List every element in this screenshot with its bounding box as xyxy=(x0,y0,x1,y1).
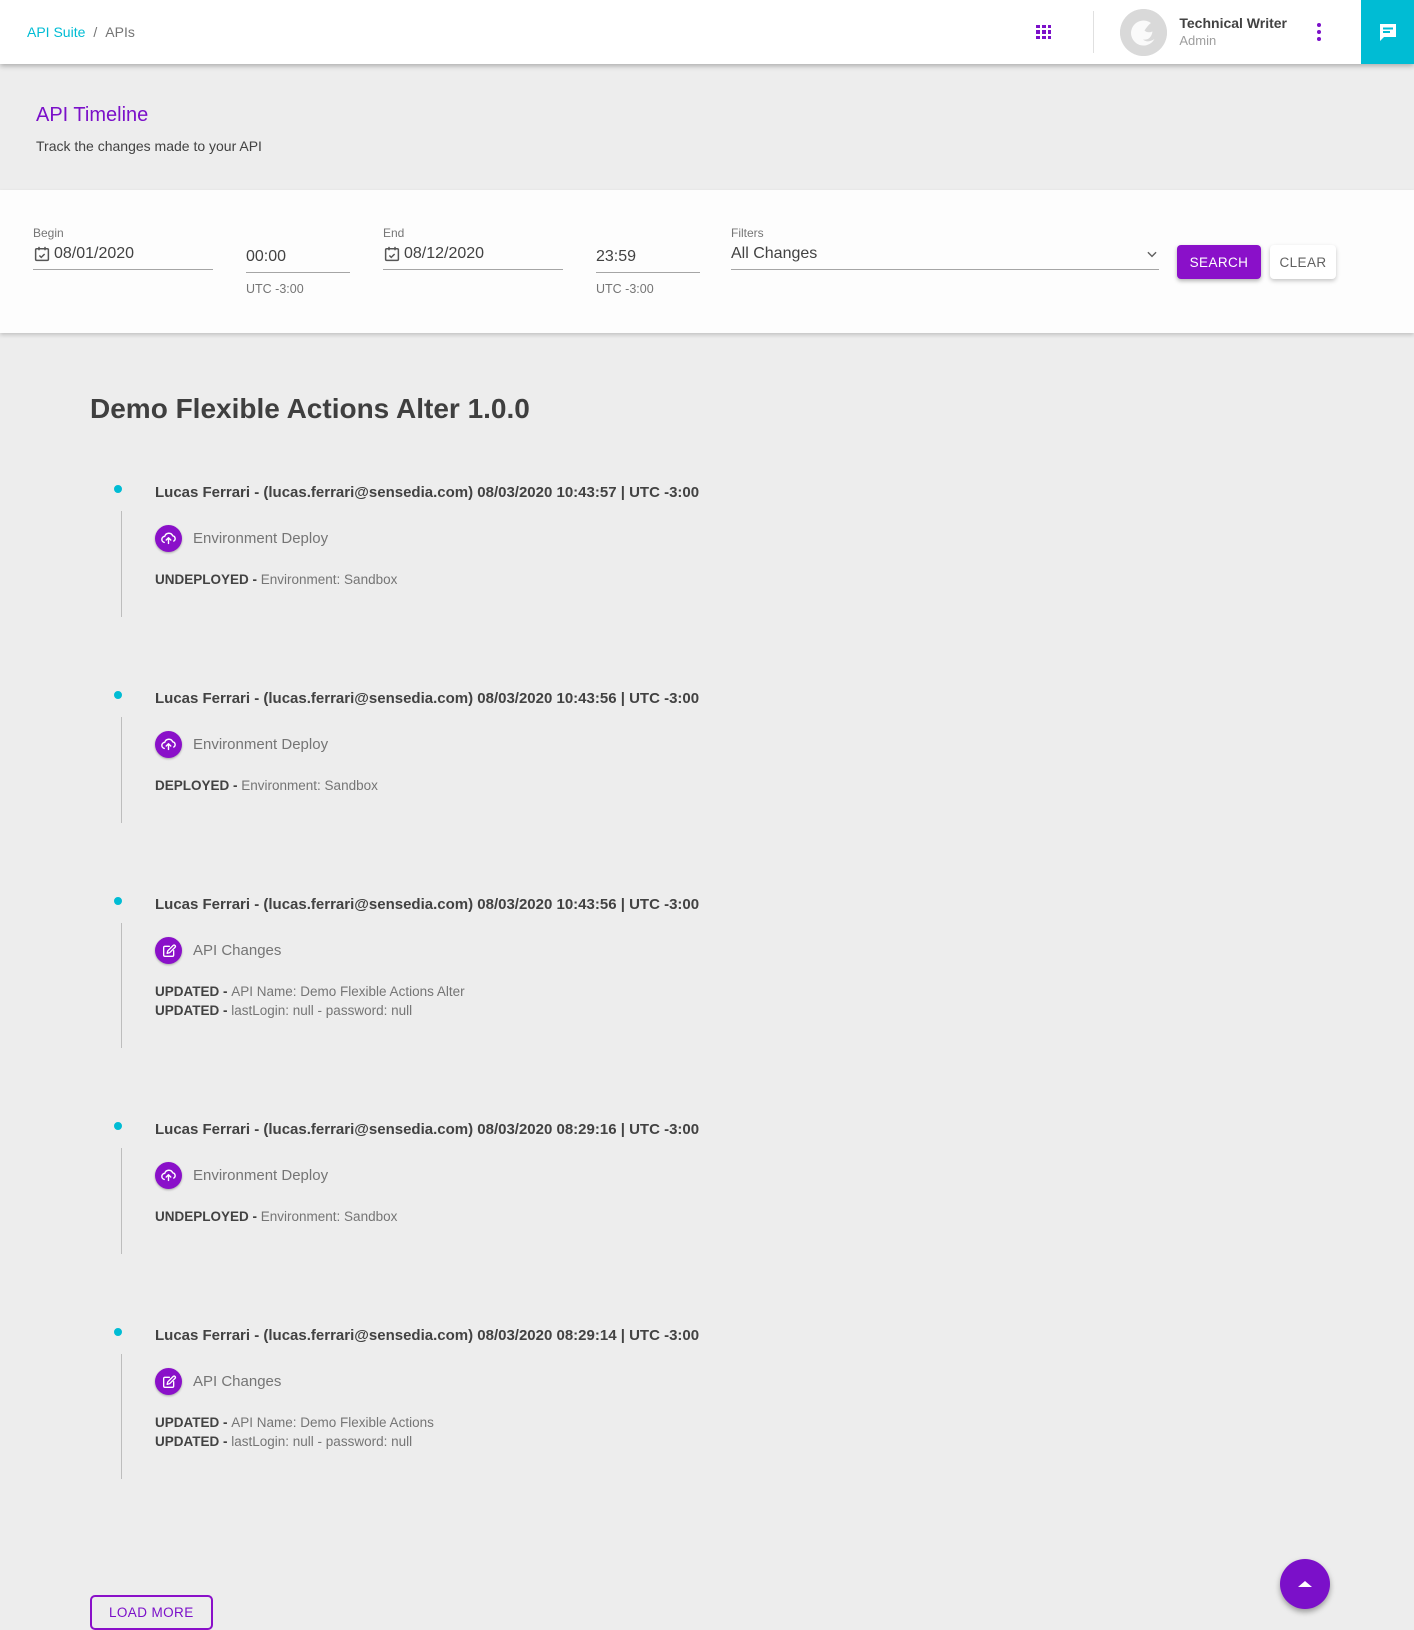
breadcrumb: API Suite / APIs xyxy=(27,24,135,40)
timeline-entry: Lucas Ferrari - (lucas.ferrari@sensedia.… xyxy=(90,483,1414,617)
clear-button[interactable]: CLEAR xyxy=(1270,245,1336,279)
cloud-upload-icon xyxy=(160,530,177,547)
calendar-icon[interactable] xyxy=(383,245,401,263)
load-more-button[interactable]: LOAD MORE xyxy=(90,1595,213,1630)
topbar: API Suite / APIs Technical Writer Admin xyxy=(0,0,1414,64)
action-icon xyxy=(155,731,182,758)
page-subtitle: Track the changes made to your API xyxy=(36,138,1378,154)
cloud-upload-icon xyxy=(160,736,177,753)
edit-icon xyxy=(161,1374,177,1390)
entry-details: UNDEPLOYED - Environment: Sandbox xyxy=(155,570,1414,589)
user-role: Admin xyxy=(1179,33,1287,49)
timeline: Lucas Ferrari - (lucas.ferrari@sensedia.… xyxy=(90,483,1414,1479)
api-version-title: Demo Flexible Actions Alter 1.0.0 xyxy=(90,393,1414,425)
detail-line: UNDEPLOYED - Environment: Sandbox xyxy=(155,1207,1414,1226)
timeline-connector xyxy=(121,511,122,617)
filter-actions: SEARCH CLEAR xyxy=(1177,245,1336,333)
timeline-entry: Lucas Ferrari - (lucas.ferrari@sensedia.… xyxy=(90,1326,1414,1479)
begin-time-input[interactable] xyxy=(246,248,350,266)
end-date-input[interactable] xyxy=(404,245,563,263)
detail-line: DEPLOYED - Environment: Sandbox xyxy=(155,776,1414,795)
detail-line: UPDATED - lastLogin: null - password: nu… xyxy=(155,1432,1414,1451)
filters-label: Filters xyxy=(731,226,1159,240)
chevron-down-icon xyxy=(1145,247,1159,261)
action-row: API Changes xyxy=(155,937,1414,964)
timeline-connector xyxy=(121,923,122,1048)
action-label: Environment Deploy xyxy=(193,736,328,753)
chat-button[interactable] xyxy=(1361,0,1414,64)
filters-select[interactable]: All Changes xyxy=(731,245,1159,270)
search-button[interactable]: SEARCH xyxy=(1177,245,1261,279)
filters-group: Filters All Changes xyxy=(731,226,1159,333)
end-time-group: UTC -3:00 xyxy=(596,226,700,333)
entry-header: Lucas Ferrari - (lucas.ferrari@sensedia.… xyxy=(155,895,1414,915)
timeline-bullet-icon xyxy=(114,1122,122,1130)
action-label: Environment Deploy xyxy=(193,1167,328,1184)
end-date-group: End xyxy=(383,226,563,333)
action-icon xyxy=(155,525,182,552)
kebab-menu-icon[interactable] xyxy=(1317,23,1321,41)
timeline-bullet-icon xyxy=(114,1328,122,1336)
action-icon xyxy=(155,1368,182,1395)
filters-selected-value: All Changes xyxy=(731,245,817,263)
user-name: Technical Writer xyxy=(1179,15,1287,33)
timeline-entry: Lucas Ferrari - (lucas.ferrari@sensedia.… xyxy=(90,689,1414,823)
detail-line: UPDATED - lastLogin: null - password: nu… xyxy=(155,1001,1414,1020)
timeline-bullet-icon xyxy=(114,485,122,493)
end-utc-label: UTC -3:00 xyxy=(596,282,700,296)
breadcrumb-api-suite-link[interactable]: API Suite xyxy=(27,24,85,40)
timeline-entry: Lucas Ferrari - (lucas.ferrari@sensedia.… xyxy=(90,895,1414,1048)
end-label: End xyxy=(383,226,563,240)
avatar-logo-icon xyxy=(1120,9,1167,56)
timeline-connector xyxy=(121,1354,122,1479)
action-row: API Changes xyxy=(155,1368,1414,1395)
timeline-entry: Lucas Ferrari - (lucas.ferrari@sensedia.… xyxy=(90,1120,1414,1254)
action-icon xyxy=(155,1162,182,1189)
entry-details: UPDATED - API Name: Demo Flexible Action… xyxy=(155,982,1414,1020)
detail-line: UPDATED - API Name: Demo Flexible Action… xyxy=(155,1413,1414,1432)
entry-details: UPDATED - API Name: Demo Flexible Action… xyxy=(155,1413,1414,1451)
apps-grid-icon[interactable] xyxy=(1036,25,1051,40)
entry-header: Lucas Ferrari - (lucas.ferrari@sensedia.… xyxy=(155,689,1414,709)
end-time-input[interactable] xyxy=(596,248,700,266)
action-icon xyxy=(155,937,182,964)
begin-utc-label: UTC -3:00 xyxy=(246,282,350,296)
begin-time-group: UTC -3:00 xyxy=(246,226,350,333)
filter-bar: Begin UTC -3:00 End xyxy=(0,190,1414,333)
edit-icon xyxy=(161,943,177,959)
topbar-divider xyxy=(1093,11,1094,53)
breadcrumb-separator: / xyxy=(93,24,97,40)
action-label: API Changes xyxy=(193,942,281,959)
calendar-icon[interactable] xyxy=(33,245,51,263)
arrow-up-icon xyxy=(1298,1581,1312,1587)
scroll-to-top-button[interactable] xyxy=(1280,1559,1330,1609)
entry-header: Lucas Ferrari - (lucas.ferrari@sensedia.… xyxy=(155,1120,1414,1140)
begin-date-input[interactable] xyxy=(54,245,213,263)
page-title: API Timeline xyxy=(36,104,1378,127)
timeline-connector xyxy=(121,1148,122,1254)
detail-line: UPDATED - API Name: Demo Flexible Action… xyxy=(155,982,1414,1001)
begin-date-group: Begin xyxy=(33,226,213,333)
action-row: Environment Deploy xyxy=(155,525,1414,552)
timeline-bullet-icon xyxy=(114,897,122,905)
action-label: Environment Deploy xyxy=(193,530,328,547)
action-row: Environment Deploy xyxy=(155,731,1414,758)
chat-bubble-icon xyxy=(1376,20,1400,44)
detail-line: UNDEPLOYED - Environment: Sandbox xyxy=(155,570,1414,589)
timeline-bullet-icon xyxy=(114,691,122,699)
timeline-connector xyxy=(121,717,122,823)
entry-header: Lucas Ferrari - (lucas.ferrari@sensedia.… xyxy=(155,1326,1414,1346)
entry-details: DEPLOYED - Environment: Sandbox xyxy=(155,776,1414,795)
user-block: Technical Writer Admin xyxy=(1179,15,1287,49)
entry-details: UNDEPLOYED - Environment: Sandbox xyxy=(155,1207,1414,1226)
action-label: API Changes xyxy=(193,1373,281,1390)
main-content: Demo Flexible Actions Alter 1.0.0 Lucas … xyxy=(0,333,1414,1630)
avatar[interactable] xyxy=(1120,9,1167,56)
page-header: API Timeline Track the changes made to y… xyxy=(0,64,1414,190)
breadcrumb-apis: APIs xyxy=(105,24,135,40)
cloud-upload-icon xyxy=(160,1167,177,1184)
entry-header: Lucas Ferrari - (lucas.ferrari@sensedia.… xyxy=(155,483,1414,503)
action-row: Environment Deploy xyxy=(155,1162,1414,1189)
begin-label: Begin xyxy=(33,226,213,240)
